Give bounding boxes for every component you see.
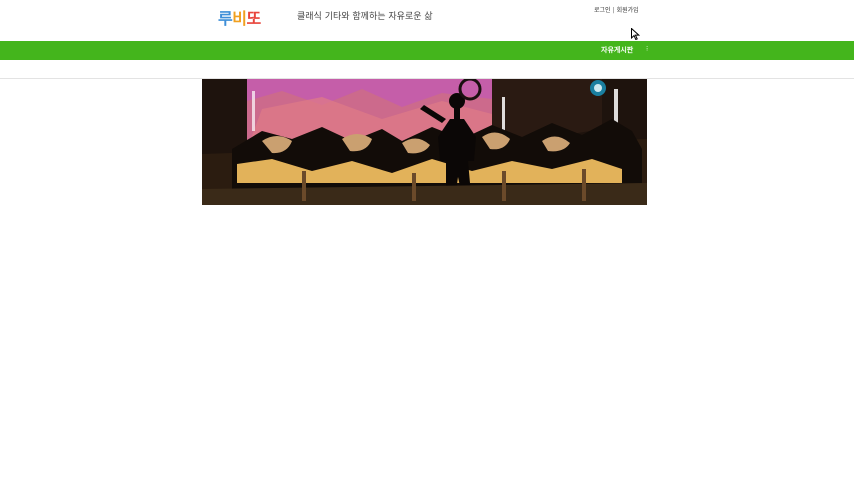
orchestra-banner-image [202,79,647,205]
site-tagline: 클래식 기타와 함께하는 자유로운 삶 [297,12,433,22]
util-separator: | [612,7,615,14]
utility-links: 로그인 | 회원가입 [594,7,639,15]
main-nav-bar: 자유게시판 ⁝ [0,41,854,60]
nav-item-free-board[interactable]: 자유게시판 [601,46,633,55]
site-header: 루비또 클래식 기타와 함께하는 자유로운 삶 로그인 | 회원가입 [0,0,854,41]
logo-char-1: 루 [218,9,233,28]
signup-link[interactable]: 회원가입 [617,7,639,14]
logo-char-3: 또 [246,9,261,28]
logo-char-2: 비 [232,9,247,28]
nav-more-icon[interactable]: ⁝ [646,45,648,54]
site-logo[interactable]: 루비또 [218,9,261,29]
login-link[interactable]: 로그인 [594,7,611,14]
banner-illustration [202,79,647,205]
